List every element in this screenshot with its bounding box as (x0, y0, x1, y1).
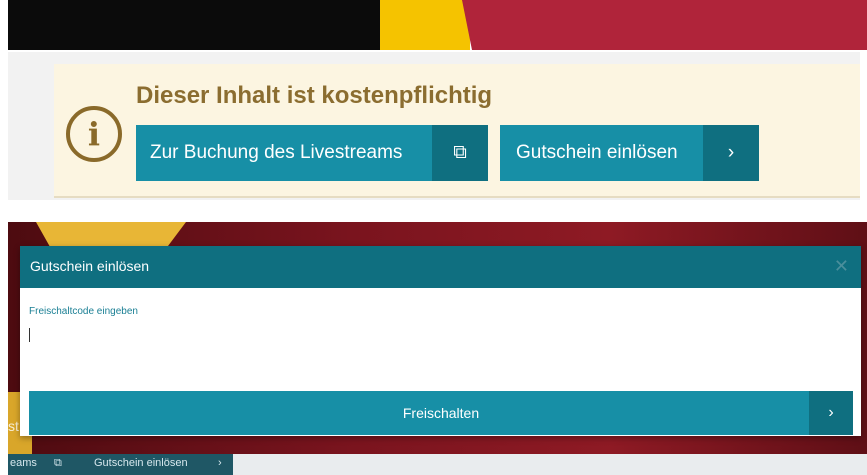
banner-black-stripe (8, 0, 408, 50)
banner-red-stripe (462, 0, 867, 50)
chevron-right-icon: › (703, 125, 759, 181)
book-livestream-button[interactable]: Zur Buchung des Livestreams ⧉ (136, 125, 488, 181)
content-notice-panel: i Dieser Inhalt ist kostenpflichtig Zur … (0, 0, 867, 200)
voucher-dialog: Gutschein einlösen ✕ Freischaltcode eing… (20, 246, 861, 436)
book-livestream-label: Zur Buchung des Livestreams (150, 142, 403, 163)
background-text-fragment: st (8, 418, 19, 434)
background-button-group: eams ⧉ Gutschein einlösen › (8, 454, 233, 475)
close-icon[interactable]: ✕ (834, 256, 849, 277)
unlock-button-label: Freischalten (402, 405, 480, 421)
dialog-title: Gutschein einlösen (30, 258, 150, 274)
redeem-voucher-label: Gutschein einlösen (516, 142, 678, 163)
paywall-title: Dieser Inhalt ist kostenpflichtig (136, 82, 493, 109)
dialog-header: Gutschein einlösen ✕ (20, 246, 861, 288)
chevron-right-icon: › (809, 391, 853, 435)
unlock-code-input[interactable] (29, 324, 809, 350)
info-icon: i (66, 106, 122, 162)
unlock-code-label: Freischaltcode eingeben (29, 306, 138, 317)
banner-gold-stripe (380, 0, 470, 50)
external-link-icon: ⧉ (432, 125, 488, 181)
external-link-icon: ⧉ (54, 457, 62, 469)
text-cursor (29, 328, 30, 342)
header-banner (8, 0, 867, 50)
background-book-label[interactable]: eams (10, 457, 37, 469)
background-button-bar: eams ⧉ Gutschein einlösen › (8, 454, 867, 475)
unlock-button[interactable]: Freischalten › (29, 391, 853, 435)
redeem-voucher-button[interactable]: Gutschein einlösen › (500, 125, 759, 181)
chevron-right-icon: › (218, 457, 222, 469)
background-voucher-label[interactable]: Gutschein einlösen (94, 457, 188, 469)
